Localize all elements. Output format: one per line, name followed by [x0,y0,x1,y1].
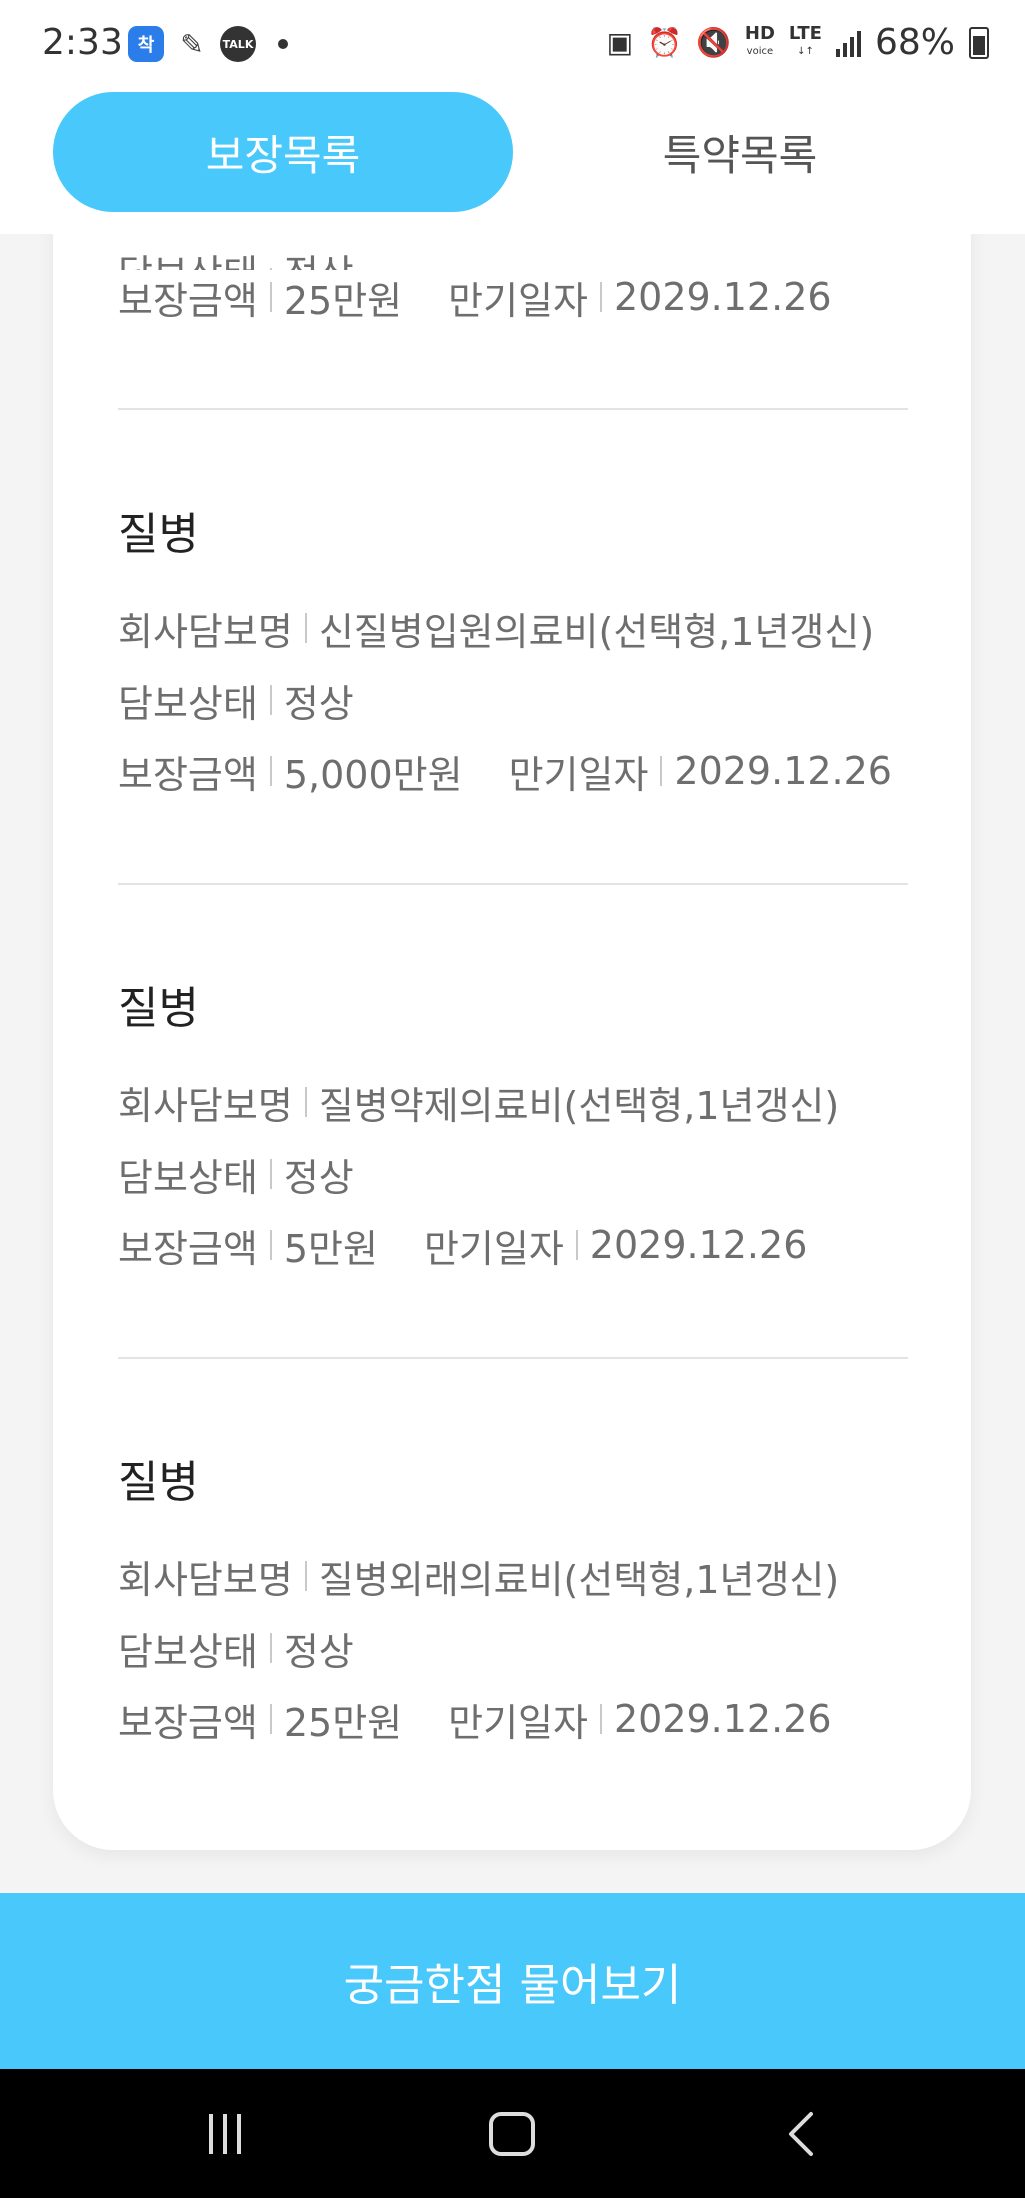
amount-value: 25만원 [283,1700,403,1745]
system-status-icons: ▣ ⏰ 🔇 HD voice LTE ↓↑ 68% [607,22,989,63]
company-coverage-row: 회사담보명 신질병입원의료비(선택형,1년갱신) [118,603,875,654]
status-value: 정상 [283,1629,354,1674]
lte-icon: LTE ↓↑ [788,22,822,57]
status-value: 정상 [284,243,354,270]
navigation-bar [0,2069,1025,2198]
company-coverage-label: 회사담보명 [118,609,293,654]
maturity-value: 2029.12.26 [613,275,832,319]
divider [118,408,908,410]
status-label: 담보상태 [118,243,258,270]
tab-bar: 보장목록 특약목록 [0,92,1025,234]
home-icon[interactable] [488,2109,536,2159]
company-coverage-value: 신질병입원의료비(선택형,1년갱신) [318,609,875,654]
amount-value: 25만원 [283,278,403,323]
signal-icon [835,29,861,57]
alarm-icon: ⏰ [647,25,683,59]
amount-label: 보장금액 [118,752,258,797]
battery-percent: 68% [874,22,955,63]
amount-row: 보장금액 25만원 만기일자 2029.12.26 [118,1694,832,1745]
kakaotalk-icon: TALK [220,26,256,62]
status-value: 정상 [283,681,354,726]
company-coverage-value: 질병약제의료비(선택형,1년갱신) [318,1083,840,1128]
partial-amount-row: 보장금액 25만원 만기일자 2029.12.26 [118,272,832,323]
amount-value: 5,000만원 [283,752,463,797]
more-notifications-dot-icon [278,39,288,49]
item-category: 질병 [118,509,199,560]
company-coverage-label: 회사담보명 [118,1557,293,1602]
status-label: 담보상태 [118,1155,258,1200]
amount-label: 보장금액 [118,1700,258,1745]
status-bar: 2:33 착 ✎ TALK ▣ ⏰ 🔇 HD voice LTE ↓↑ 68% [0,0,1025,92]
tab-rider-list[interactable]: 특약목록 [510,92,970,212]
back-icon[interactable] [780,2109,820,2159]
status-time: 2:33 [42,22,123,63]
tab-coverage-list[interactable]: 보장목록 [53,92,513,212]
company-coverage-value: 질병외래의료비(선택형,1년갱신) [318,1557,840,1602]
maturity-label: 만기일자 [448,278,588,323]
item-category: 질병 [118,1457,199,1508]
amount-value: 5만원 [283,1226,378,1271]
status-value: 정상 [283,1155,354,1200]
maturity-label: 만기일자 [448,1700,588,1745]
maturity-label: 만기일자 [423,1226,564,1271]
maturity-value: 2029.12.26 [674,749,892,793]
app-notification-icon: 착 [128,26,164,62]
amount-row: 보장금액 5만원 만기일자 2029.12.26 [118,1220,808,1271]
battery-saver-icon: ▣ [606,25,634,59]
status-row: 담보상태 정상 [118,1623,354,1674]
battery-icon [969,26,989,59]
ask-question-button[interactable]: 궁금한점 물어보기 [0,1893,1025,2069]
status-label: 담보상태 [118,681,258,726]
status-row: 담보상태 정상 [118,1149,354,1200]
maturity-value: 2029.12.26 [589,1223,808,1267]
mute-icon: 🔇 [696,25,731,59]
divider [118,883,908,885]
recent-apps-icon[interactable] [200,2109,250,2159]
company-coverage-row: 회사담보명 질병외래의료비(선택형,1년갱신) [118,1551,840,1602]
pen-notification-icon: ✎ [180,27,204,61]
company-coverage-label: 회사담보명 [118,1083,293,1128]
status-label: 담보상태 [118,1629,258,1674]
divider [118,1357,908,1359]
status-row: 담보상태 정상 [118,675,354,726]
notification-icons: 착 ✎ TALK [128,26,288,62]
company-coverage-row: 회사담보명 질병약제의료비(선택형,1년갱신) [118,1077,840,1128]
amount-label: 보장금액 [118,278,258,323]
amount-row: 보장금액 5,000만원 만기일자 2029.12.26 [118,746,892,797]
maturity-label: 만기일자 [508,752,649,797]
maturity-value: 2029.12.26 [613,1697,832,1741]
hd-voice-icon: HD voice [744,22,775,57]
amount-label: 보장금액 [118,1226,258,1271]
item-category: 질병 [118,983,199,1034]
